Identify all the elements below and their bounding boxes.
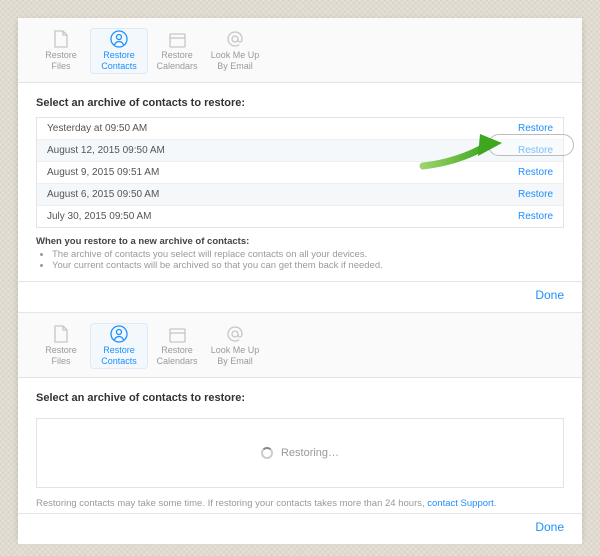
archive-row: July 30, 2015 09:50 AM Restore (37, 205, 563, 227)
restoring-progress-panel: Restore Files Restore Contacts Restore (18, 313, 582, 544)
archive-list: Yesterday at 09:50 AM Restore August 12,… (36, 117, 564, 228)
restore-contacts-tab[interactable]: Restore Contacts (90, 28, 148, 74)
archive-row: Yesterday at 09:50 AM Restore (37, 118, 563, 139)
tab-label: Files (51, 356, 70, 366)
tab-label: Contacts (101, 61, 137, 71)
archive-date: August 6, 2015 09:50 AM (47, 189, 159, 200)
archive-row: August 9, 2015 09:51 AM Restore (37, 161, 563, 183)
look-me-up-tab[interactable]: Look Me Up By Email (206, 323, 264, 369)
tab-label: Calendars (156, 61, 197, 71)
toolbar: Restore Files Restore Contacts Restore (18, 313, 582, 378)
done-row: Done (18, 281, 582, 312)
calendar-icon (166, 327, 188, 343)
tab-label: Files (51, 61, 70, 71)
restore-link[interactable]: Restore (518, 145, 553, 156)
footer-note-text: Restoring contacts may take some time. I… (36, 498, 427, 509)
contact-support-link[interactable]: contact Support (427, 498, 494, 509)
section-heading: Select an archive of contacts to restore… (18, 378, 582, 412)
at-icon (224, 30, 246, 48)
restore-link[interactable]: Restore (518, 123, 553, 134)
at-icon (224, 325, 246, 343)
spinner-icon (261, 447, 273, 459)
tab-label: Look Me Up (211, 50, 260, 60)
contact-icon (108, 30, 130, 48)
archive-date: Yesterday at 09:50 AM (47, 123, 147, 134)
tab-label: Restore (45, 50, 77, 60)
contact-icon (108, 325, 130, 343)
archive-date: August 12, 2015 09:50 AM (47, 145, 165, 156)
tab-label: By Email (217, 61, 253, 71)
restore-contacts-tab[interactable]: Restore Contacts (90, 323, 148, 369)
restoring-label: Restoring… (281, 447, 339, 459)
footer-note-after: . (494, 498, 497, 509)
restore-link[interactable]: Restore (518, 167, 553, 178)
tab-label: By Email (217, 356, 253, 366)
restore-link[interactable]: Restore (518, 211, 553, 222)
note-item: Your current contacts will be archived s… (52, 260, 564, 271)
restore-calendars-tab[interactable]: Restore Calendars (148, 323, 206, 369)
archive-date: August 9, 2015 09:51 AM (47, 167, 159, 178)
file-icon (50, 30, 72, 48)
done-button[interactable]: Done (535, 520, 564, 534)
calendar-icon (166, 32, 188, 48)
restore-calendars-tab[interactable]: Restore Calendars (148, 28, 206, 74)
restore-notes: When you restore to a new archive of con… (18, 228, 582, 277)
footer-note: Restoring contacts may take some time. I… (36, 498, 564, 509)
tab-label: Contacts (101, 356, 137, 366)
tab-label: Restore (45, 345, 77, 355)
file-icon (50, 325, 72, 343)
restore-archive-panel: Restore Files Restore Contacts Restore (18, 18, 582, 312)
tab-label: Calendars (156, 356, 197, 366)
tab-label: Restore (161, 50, 193, 60)
archive-date: July 30, 2015 09:50 AM (47, 211, 152, 222)
restore-link[interactable]: Restore (518, 189, 553, 200)
tab-label: Look Me Up (211, 345, 260, 355)
notes-title: When you restore to a new archive of con… (36, 236, 564, 247)
done-button[interactable]: Done (535, 288, 564, 302)
restore-files-tab[interactable]: Restore Files (32, 28, 90, 74)
note-item: The archive of contacts you select will … (52, 249, 564, 260)
archive-row: August 12, 2015 09:50 AM Restore (37, 139, 563, 161)
look-me-up-tab[interactable]: Look Me Up By Email (206, 28, 264, 74)
section-heading: Select an archive of contacts to restore… (18, 83, 582, 117)
tab-label: Restore (103, 50, 135, 60)
toolbar: Restore Files Restore Contacts Restore (18, 18, 582, 83)
done-row: Done (18, 513, 582, 544)
tab-label: Restore (103, 345, 135, 355)
archive-row: August 6, 2015 09:50 AM Restore (37, 183, 563, 205)
restoring-status: Restoring… (36, 418, 564, 488)
restore-files-tab[interactable]: Restore Files (32, 323, 90, 369)
tab-label: Restore (161, 345, 193, 355)
